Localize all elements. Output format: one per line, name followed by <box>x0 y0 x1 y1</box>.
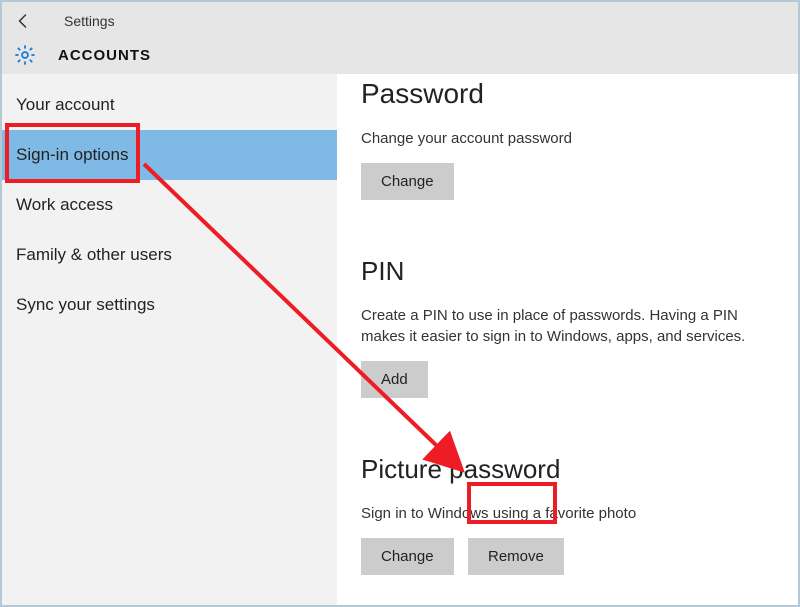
section-title: ACCOUNTS <box>58 47 151 64</box>
settings-window: Settings ACCOUNTS Your account Sign-in <box>0 0 800 607</box>
sidebar-item-label: Work access <box>16 195 113 215</box>
sidebar-item-label: Family & other users <box>16 245 172 265</box>
content-pane: Password Change your account password Ch… <box>337 74 798 605</box>
sidebar: Your account Sign-in options Work access… <box>2 74 337 605</box>
password-desc: Change your account password <box>361 128 774 149</box>
sidebar-item-family-other-users[interactable]: Family & other users <box>2 230 337 280</box>
sidebar-item-label: Your account <box>16 95 115 115</box>
back-button[interactable] <box>14 11 34 31</box>
titlebar: Settings ACCOUNTS <box>2 2 798 74</box>
gear-icon <box>14 44 36 66</box>
sidebar-item-label: Sync your settings <box>16 295 155 315</box>
picture-password-desc: Sign in to Windows using a favorite phot… <box>361 503 774 524</box>
picture-change-button[interactable]: Change <box>361 538 454 575</box>
password-heading: Password <box>361 78 774 110</box>
sidebar-item-your-account[interactable]: Your account <box>2 80 337 130</box>
sidebar-item-sync-your-settings[interactable]: Sync your settings <box>2 280 337 330</box>
pin-desc: Create a PIN to use in place of password… <box>361 305 774 347</box>
sidebar-item-label: Sign-in options <box>16 145 128 165</box>
password-change-button[interactable]: Change <box>361 163 454 200</box>
window-title: Settings <box>64 13 115 29</box>
picture-password-heading: Picture password <box>361 454 774 485</box>
picture-remove-button[interactable]: Remove <box>468 538 564 575</box>
pin-add-button[interactable]: Add <box>361 361 428 398</box>
pin-heading: PIN <box>361 256 774 287</box>
sidebar-item-sign-in-options[interactable]: Sign-in options <box>2 130 337 180</box>
sidebar-item-work-access[interactable]: Work access <box>2 180 337 230</box>
